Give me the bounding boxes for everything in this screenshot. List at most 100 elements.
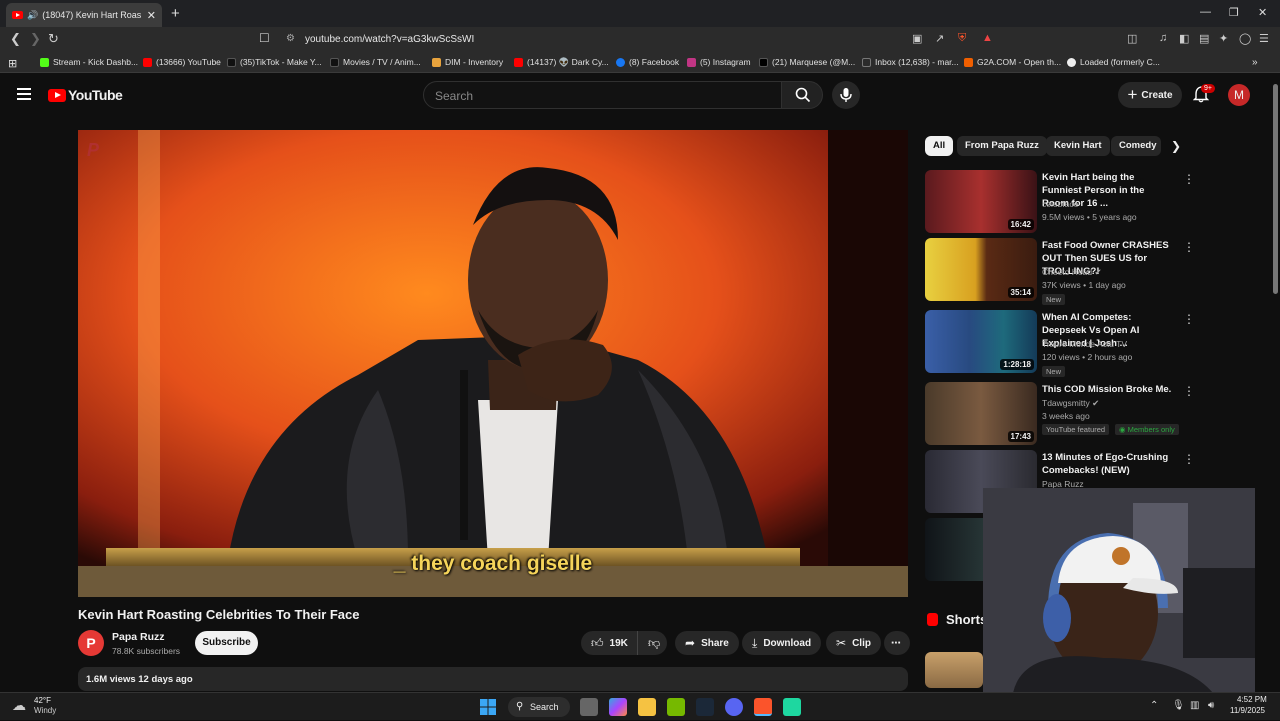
bookmark-item[interactable]: DIM - Inventory bbox=[432, 57, 503, 67]
recommended-video[interactable]: 16:42 Kevin Hart being the Funniest Pers… bbox=[925, 170, 1195, 234]
recommended-video[interactable]: 1:28:18 When AI Competes: Deepseek Vs Op… bbox=[925, 310, 1195, 377]
search-input[interactable]: Search bbox=[423, 81, 782, 109]
bookmark-item[interactable]: Movies / TV / Anim... bbox=[330, 57, 421, 67]
more-actions-button[interactable]: ⋯ bbox=[884, 631, 910, 655]
page-scrollbar[interactable] bbox=[1271, 74, 1280, 692]
microphone-tray-icon[interactable]: 🎙︎ bbox=[1172, 700, 1185, 711]
share-page-icon[interactable]: ↗ bbox=[935, 32, 944, 45]
more-vertical-icon[interactable]: ⋮ bbox=[1183, 172, 1195, 186]
scrollbar-thumb[interactable] bbox=[1273, 84, 1278, 294]
reader-icon[interactable]: ◧ bbox=[1179, 32, 1189, 45]
like-button[interactable]: 👍︎ 19K bbox=[581, 631, 637, 655]
bookmark-item[interactable]: (14137) 👽 Dark Cy... bbox=[514, 57, 609, 68]
youtube-logo[interactable]: YouTube bbox=[48, 87, 123, 103]
bookmark-item[interactable]: Inbox (12,638) - mar... bbox=[862, 57, 959, 67]
steam-icon[interactable] bbox=[696, 698, 714, 716]
duration-badge: 16:42 bbox=[1007, 219, 1034, 230]
app-icon[interactable] bbox=[783, 698, 801, 716]
clock-time[interactable]: 4:52 PM bbox=[1237, 695, 1267, 704]
bookmark-item[interactable]: Loaded (formerly C... bbox=[1067, 57, 1160, 67]
forward-icon[interactable]: ❯ bbox=[30, 31, 41, 47]
description-box[interactable]: 1.6M views 12 days ago bbox=[78, 667, 908, 691]
apps-grid-icon[interactable]: ⊞ bbox=[8, 57, 17, 70]
share-button[interactable]: ➦ Share bbox=[675, 631, 739, 655]
file-explorer-icon[interactable] bbox=[638, 698, 656, 716]
sidebar-panel-icon[interactable]: ◫ bbox=[1127, 32, 1137, 45]
video-thumbnail[interactable]: 35:14 bbox=[925, 238, 1037, 301]
bookmark-icon[interactable]: ☐ bbox=[259, 31, 270, 45]
bookmark-item[interactable]: (21) Marquese (@M... bbox=[759, 57, 855, 67]
menu-icon[interactable]: ☰ bbox=[1259, 32, 1269, 45]
chip-from-channel[interactable]: From Papa Ruzz bbox=[957, 136, 1047, 156]
bookmark-item[interactable]: (13666) YouTube bbox=[143, 57, 221, 67]
recommended-video[interactable]: 17:43 This COD Mission Broke Me. Tdawgsm… bbox=[925, 382, 1195, 446]
recommended-video[interactable]: 35:14 Fast Food Owner CRASHES OUT Then S… bbox=[925, 238, 1195, 305]
bookmark-item[interactable]: Stream - Kick Dashb... bbox=[40, 57, 138, 67]
address-bar[interactable]: ⚙ youtube.com/watch?v=aG3kwScSsWI ▣ ↗ bbox=[280, 30, 1000, 50]
bookmark-item[interactable]: (5) Instagram bbox=[687, 57, 751, 67]
wallet-icon[interactable]: ▤ bbox=[1199, 32, 1209, 45]
media-icon[interactable]: ♫ bbox=[1159, 32, 1167, 44]
show-hidden-icons-chevron-icon[interactable]: ⌃ bbox=[1150, 700, 1158, 711]
dislike-button[interactable]: 👎︎ bbox=[637, 631, 667, 655]
restore-icon[interactable]: ❐ bbox=[1229, 6, 1239, 19]
more-vertical-icon[interactable]: ⋮ bbox=[1183, 312, 1195, 326]
chip-all[interactable]: All bbox=[925, 136, 954, 156]
brave-shield-icon[interactable]: ⛨ bbox=[958, 32, 966, 45]
plus-icon: + bbox=[1127, 85, 1138, 104]
bookmark-item[interactable]: (35)TikTok - Make Y... bbox=[227, 57, 322, 67]
vpn-icon[interactable]: ◯ bbox=[1239, 32, 1251, 45]
clip-button[interactable]: ✂ Clip bbox=[826, 631, 881, 655]
site-settings-icon[interactable]: ⚙ bbox=[286, 33, 295, 44]
recommended-meta: 120 views • 2 hours ago bbox=[1042, 352, 1133, 362]
more-vertical-icon[interactable]: ⋮ bbox=[1183, 240, 1195, 254]
close-tab-icon[interactable]: ✕ bbox=[147, 9, 156, 22]
shorts-thumbnail[interactable] bbox=[925, 652, 983, 688]
guide-menu-icon[interactable] bbox=[17, 88, 31, 100]
copilot-icon[interactable] bbox=[609, 698, 627, 716]
leo-ai-icon[interactable]: ✦ bbox=[1219, 32, 1228, 45]
more-vertical-icon[interactable]: ⋮ bbox=[1183, 452, 1195, 466]
more-vertical-icon[interactable]: ⋮ bbox=[1183, 384, 1195, 398]
start-windows-icon[interactable] bbox=[479, 698, 497, 716]
channel-name[interactable]: Papa Ruzz bbox=[112, 631, 165, 643]
speaker-icon[interactable]: 🔊 bbox=[27, 10, 38, 21]
volume-icon[interactable]: 🔊︎ bbox=[1208, 700, 1214, 711]
task-view-icon[interactable] bbox=[580, 698, 598, 716]
channel-avatar[interactable]: P bbox=[78, 630, 104, 656]
bookmark-item[interactable]: (8) Facebook bbox=[616, 57, 679, 67]
weather-icon[interactable]: ☁ bbox=[12, 697, 26, 714]
network-icon[interactable]: ▥ bbox=[1190, 700, 1199, 711]
back-icon[interactable]: ❮ bbox=[10, 31, 21, 47]
bookmark-item[interactable]: G2A.COM - Open th... bbox=[964, 57, 1061, 67]
reload-icon[interactable]: ↻ bbox=[48, 31, 59, 47]
chip-comedy[interactable]: Comedy bbox=[1111, 136, 1161, 156]
taskbar-search[interactable]: ⚲ Search bbox=[508, 697, 570, 717]
chip-kevin-hart[interactable]: Kevin Hart bbox=[1046, 136, 1110, 156]
brave-browser-icon[interactable] bbox=[754, 698, 772, 716]
discord-icon[interactable] bbox=[725, 698, 743, 716]
browser-tab-active[interactable]: 🔊 (18047) Kevin Hart Roasting C ✕ bbox=[6, 3, 162, 27]
clock-date[interactable]: 11/9/2025 bbox=[1230, 706, 1265, 715]
video-thumbnail[interactable]: 16:42 bbox=[925, 170, 1037, 233]
chevron-right-icon[interactable]: ❯ bbox=[1171, 139, 1181, 153]
cast-icon[interactable]: ▣ bbox=[912, 32, 922, 45]
brave-rewards-icon[interactable]: ▲ bbox=[982, 32, 993, 44]
download-button[interactable]: ⤓ Download bbox=[742, 631, 822, 655]
new-tab-button[interactable]: + bbox=[171, 5, 180, 22]
more-bookmarks-icon[interactable]: » bbox=[1252, 57, 1258, 68]
nvidia-icon[interactable] bbox=[667, 698, 685, 716]
weather-temperature[interactable]: 42°F bbox=[34, 696, 51, 705]
voice-search-button[interactable] bbox=[832, 81, 860, 109]
close-window-icon[interactable]: ✕ bbox=[1258, 6, 1267, 19]
create-button[interactable]: + Create bbox=[1118, 82, 1182, 108]
account-avatar[interactable]: M bbox=[1228, 84, 1250, 106]
minimize-icon[interactable]: — bbox=[1200, 6, 1211, 18]
video-player[interactable]: P _ they coach giselle bbox=[78, 130, 908, 597]
weather-description[interactable]: Windy bbox=[34, 706, 56, 715]
video-thumbnail[interactable]: 1:28:18 bbox=[925, 310, 1037, 373]
video-frame-kevin-hart bbox=[78, 130, 908, 597]
video-thumbnail[interactable]: 17:43 bbox=[925, 382, 1037, 445]
subscribe-button[interactable]: Subscribe bbox=[195, 631, 258, 655]
search-button[interactable] bbox=[781, 81, 823, 109]
